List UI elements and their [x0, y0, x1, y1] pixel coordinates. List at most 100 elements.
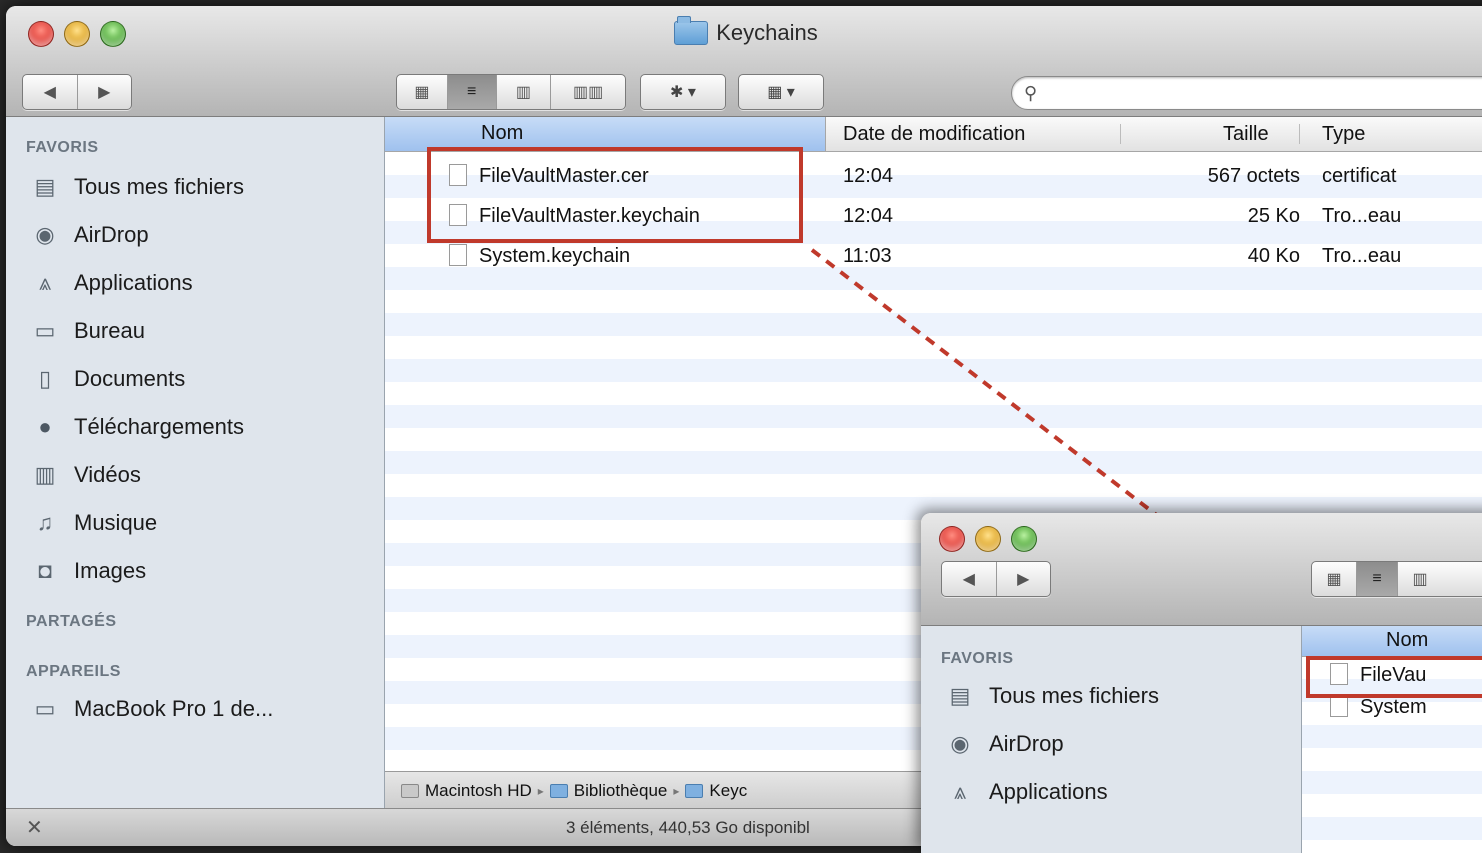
column-header-date[interactable]: Date de modification	[843, 123, 1025, 146]
sidebar-item-label: Tous mes fichiers	[74, 174, 244, 199]
airdrop-icon: ◉	[950, 731, 970, 756]
sidebar-item-downloads[interactable]: ● Téléchargements	[6, 403, 384, 451]
forward-arrow-icon: ▶	[98, 84, 111, 101]
column-header-name-label: Nom	[481, 122, 524, 144]
resize-icon[interactable]: ✕	[26, 815, 43, 840]
sidebar-item-all-files[interactable]: ▤ Tous mes fichiers	[6, 163, 384, 211]
sidebar-item-airdrop[interactable]: ◉ AirDrop	[6, 211, 384, 259]
icon-view-button[interactable]: ▦	[397, 75, 448, 109]
highlight-box	[1306, 656, 1482, 698]
column-header-size[interactable]: Taille	[1223, 123, 1269, 146]
file-row[interactable]: System.keychain 11:03 40 Ko Tro...eau	[385, 243, 1482, 268]
file-type: Tro...eau	[1322, 245, 1402, 267]
sidebar-section-favorites: FAVORIS	[941, 650, 1014, 667]
file-date: 12:04	[843, 165, 894, 187]
list-view-button[interactable]: ≡	[447, 75, 497, 109]
coverflow-view-button[interactable]: ▥▥	[551, 75, 625, 109]
sidebar-item-label: Téléchargements	[74, 414, 244, 439]
folder-icon	[674, 16, 709, 45]
list-view-button[interactable]: ≡	[1357, 562, 1398, 596]
sidebar-item-label: Tous mes fichiers	[989, 683, 1159, 708]
search-field[interactable]: ⚲	[1011, 76, 1482, 110]
file-list: Nom FileVau System	[1302, 626, 1482, 853]
column-view-button[interactable]: ▥	[1398, 562, 1442, 596]
sidebar-item-pictures[interactable]: ◘ Images	[6, 547, 384, 595]
status-text: 3 éléments, 440,53 Go disponibl	[566, 818, 810, 837]
sidebar-item-label: Musique	[74, 510, 158, 535]
document-icon	[1330, 694, 1348, 717]
zoom-button[interactable]	[1011, 526, 1037, 552]
forward-button[interactable]: ▶	[997, 562, 1051, 596]
list-view-icon: ≡	[467, 83, 477, 100]
finder-window-secondary: ◀ ▶ ▦ ≡ ▥ FAVORIS ▤ Tous mes fichiers ◉ …	[921, 513, 1482, 853]
sidebar-item-label: Applications	[989, 779, 1108, 804]
close-button[interactable]	[939, 526, 965, 552]
sidebar-item-label: Applications	[74, 270, 193, 295]
file-name: System	[1330, 694, 1427, 719]
forward-arrow-icon: ▶	[1017, 571, 1030, 588]
search-icon: ⚲	[1024, 82, 1038, 103]
sidebar: FAVORIS ▤ Tous mes fichiers ◉ AirDrop ⩓ …	[6, 117, 385, 846]
sidebar-item-desktop[interactable]: ▭ Bureau	[6, 307, 384, 355]
file-type: Tro...eau	[1322, 205, 1402, 227]
arrange-menu-button[interactable]: ▦ ▾	[738, 74, 824, 110]
action-menu-button[interactable]: ✱ ▾	[640, 74, 726, 110]
icon-view-button[interactable]: ▦	[1312, 562, 1357, 596]
sidebar-section-devices: APPAREILS	[26, 663, 121, 680]
arrange-icon: ▦ ▾	[767, 84, 795, 101]
sidebar-item-documents[interactable]: ▯ Documents	[6, 355, 384, 403]
forward-button[interactable]: ▶	[78, 75, 132, 109]
sidebar-item-applications[interactable]: ⩓ Applications	[6, 259, 384, 307]
sidebar-item-label: Vidéos	[74, 462, 141, 487]
file-row[interactable]: System	[1302, 694, 1482, 719]
minimize-button[interactable]	[975, 526, 1001, 552]
window-toolbar: Keychains ◀ ▶ ▦ ≡ ▥ ▥▥ ✱ ▾ ▦ ▾ ⚲	[6, 6, 1482, 117]
file-size: 40 Ko	[1247, 245, 1300, 267]
sidebar-item-applications[interactable]: ⩓ Applications	[921, 768, 1301, 816]
path-item-disk[interactable]: Macintosh HD	[425, 781, 532, 801]
sidebar-item-label: Images	[74, 558, 147, 583]
file-date: 12:04	[843, 205, 894, 227]
column-header-type[interactable]: Type	[1322, 123, 1365, 146]
column-header-name[interactable]: Nom	[1386, 629, 1428, 652]
sidebar-item-music[interactable]: ♫ Musique	[6, 499, 384, 547]
traffic-lights	[939, 526, 1037, 552]
music-icon: ♫	[36, 510, 54, 535]
view-mode-control: ▦ ≡ ▥	[1311, 561, 1482, 597]
file-size: 567 octets	[1207, 165, 1300, 187]
file-name-text: System.keychain	[479, 245, 631, 267]
back-button[interactable]: ◀	[942, 562, 997, 596]
applications-icon: ⩓	[38, 270, 52, 295]
column-header-name[interactable]: Nom ▲	[385, 117, 826, 151]
documents-icon: ▯	[38, 366, 52, 391]
desktop-icon: ▭	[34, 318, 56, 343]
coverflow-view-icon: ▥▥	[573, 84, 604, 101]
column-divider	[1299, 124, 1300, 144]
back-button[interactable]: ◀	[23, 75, 78, 109]
sidebar-item-all-files[interactable]: ▤ Tous mes fichiers	[921, 672, 1301, 720]
pictures-icon: ◘	[38, 558, 52, 583]
sidebar-item-label: Bureau	[74, 318, 145, 343]
applications-icon: ⩓	[953, 779, 967, 804]
path-item-library[interactable]: Bibliothèque	[574, 781, 668, 801]
window-title-text: Keychains	[716, 20, 818, 45]
sidebar-item-macbook[interactable]: ▭ MacBook Pro 1 de...	[6, 685, 384, 733]
column-view-button[interactable]: ▥	[497, 75, 552, 109]
file-date: 11:03	[843, 245, 892, 267]
view-mode-control: ▦ ≡ ▥ ▥▥	[396, 74, 626, 110]
sidebar-item-label: AirDrop	[74, 222, 149, 247]
folder-icon	[549, 783, 568, 798]
folder-icon	[685, 783, 704, 798]
back-forward-control: ◀ ▶	[941, 561, 1051, 597]
sidebar-item-airdrop[interactable]: ◉ AirDrop	[921, 720, 1301, 768]
icon-view-icon: ▦	[414, 84, 430, 101]
path-item-current[interactable]: Keyc	[709, 781, 747, 801]
sidebar-section-favorites: FAVORIS	[26, 139, 99, 156]
document-icon	[449, 243, 467, 266]
sidebar-item-label: AirDrop	[989, 731, 1064, 756]
search-input[interactable]	[1043, 82, 1482, 104]
sidebar-item-movies[interactable]: ▥ Vidéos	[6, 451, 384, 499]
file-name: System.keychain	[449, 243, 631, 268]
column-view-icon: ▥	[1412, 571, 1428, 588]
window-title: Keychains	[6, 16, 1482, 46]
